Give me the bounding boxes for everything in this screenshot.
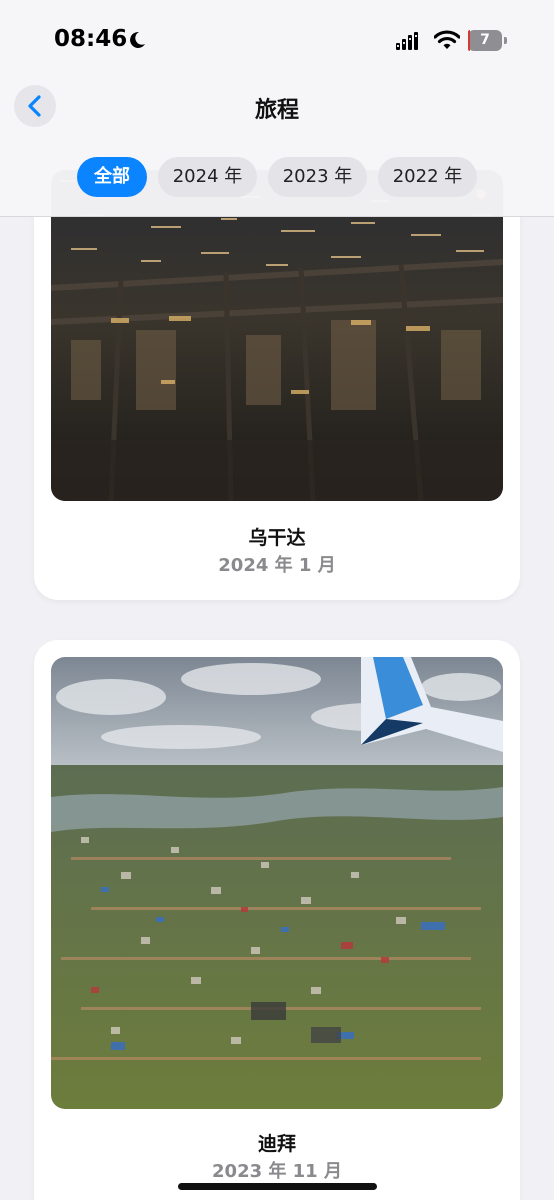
status-time: 08:46 (54, 26, 128, 52)
signal-icon (396, 32, 418, 50)
trip-title: 乌干达 (248, 527, 306, 549)
home-indicator[interactable] (178, 1183, 377, 1190)
trip-photo[interactable] (51, 170, 503, 501)
battery-icon: 7 (468, 30, 508, 51)
trip-title: 迪拜 (257, 1133, 296, 1155)
battery-body: 7 (468, 30, 502, 51)
trip-date: 2024 年 1 月 (218, 555, 336, 576)
page-title: 旅程 (254, 98, 299, 123)
night-city-photo (51, 170, 503, 501)
navigation-header: 08:46 7 旅程 全部 2024 年 2023 年 2022 年 (0, 0, 554, 217)
wifi-icon (434, 30, 460, 49)
tab-2022[interactable]: 2022 年 (378, 157, 477, 197)
trip-photo[interactable] (51, 657, 503, 1109)
moon-icon (130, 31, 145, 48)
year-filter-tabs: 全部 2024 年 2023 年 2022 年 (77, 157, 477, 197)
trip-card[interactable]: 迪拜 2023 年 11 月 (34, 640, 520, 1200)
trip-card[interactable]: 乌干达 2024 年 1 月 (34, 150, 520, 600)
tab-2024[interactable]: 2024 年 (158, 157, 257, 197)
battery-level: 7 (480, 32, 490, 48)
tab-all[interactable]: 全部 (77, 157, 147, 197)
tab-2023[interactable]: 2023 年 (268, 157, 367, 197)
trip-date: 2023 年 11 月 (212, 1161, 342, 1182)
battery-cap (504, 37, 507, 44)
battery-level-fill (468, 30, 471, 51)
aerial-town-photo (51, 657, 503, 1109)
